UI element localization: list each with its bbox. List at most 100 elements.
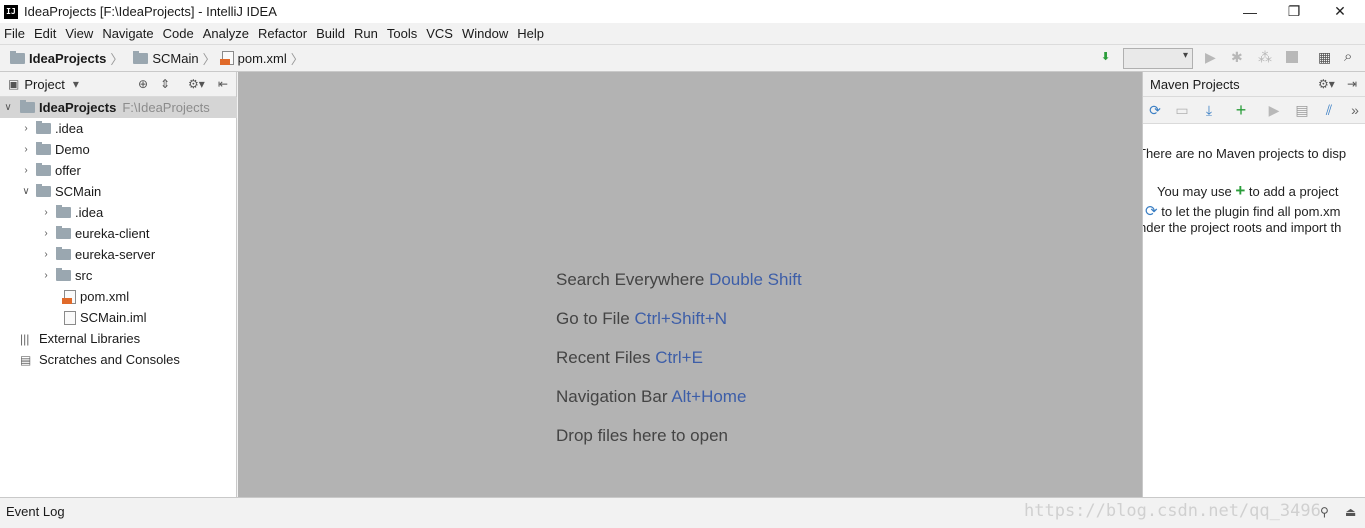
folder-icon	[36, 121, 51, 134]
folder-icon	[133, 50, 149, 64]
hint-shortcut: Ctrl+E	[655, 348, 703, 367]
folder-icon	[56, 268, 71, 281]
watermark-text: https://blog.csdn.net/qq_3496	[1024, 501, 1321, 521]
coverage-icon[interactable]: ⁂	[1258, 49, 1272, 66]
menu-navigate[interactable]: Navigate	[102, 26, 153, 41]
menu-build[interactable]: Build	[316, 26, 345, 41]
iml-file-icon	[64, 310, 76, 325]
folder-icon	[36, 163, 51, 176]
tree-item-scmain[interactable]: ∨ SCMain	[0, 181, 237, 202]
menu-refactor[interactable]: Refactor	[258, 26, 307, 41]
gear-icon[interactable]: ⚙▾	[188, 77, 205, 91]
maven-hint-text: to add a project	[1248, 184, 1339, 199]
tree-item-external-libraries[interactable]: ||| External Libraries	[0, 328, 237, 349]
execute-goal-icon[interactable]: ▤	[1293, 101, 1311, 119]
tree-item-scmain-idea[interactable]: › .idea	[0, 202, 237, 223]
tree-item-scmain-iml[interactable]: SCMain.iml	[0, 307, 237, 328]
hint-drop-files: Drop files here to open	[556, 426, 728, 446]
menu-file[interactable]: File	[4, 26, 25, 41]
notifications-icon[interactable]: ⏏	[1345, 505, 1356, 519]
editor-empty-area[interactable]: Search Everywhere Double Shift Go to Fil…	[238, 72, 1142, 497]
menu-tools[interactable]: Tools	[387, 26, 417, 41]
menu-window[interactable]: Window	[462, 26, 508, 41]
hint-text: Search Everywhere	[556, 270, 705, 289]
folder-icon	[56, 247, 71, 260]
menu-help[interactable]: Help	[517, 26, 544, 41]
breadcrumb-label: pom.xml	[237, 50, 287, 66]
gear-icon[interactable]: ⚙▾	[1318, 77, 1335, 91]
event-log-button[interactable]: Event Log	[6, 504, 65, 519]
chevron-down-icon: ∨	[22, 186, 30, 197]
collapse-all-icon[interactable]: ⇕	[160, 77, 170, 91]
maven-toolbar: ⟳ ▭ ⤓ + ▶ ▤ ⫽ »	[1143, 97, 1365, 124]
run-icon[interactable]: ▶	[1205, 49, 1216, 66]
build-project-icon[interactable]: ⬇	[1101, 50, 1110, 63]
add-icon[interactable]: +	[1232, 101, 1250, 119]
search-icon[interactable]: ⌕	[1344, 48, 1352, 65]
tree-item-offer[interactable]: › offer	[0, 160, 237, 181]
hide-panel-icon[interactable]: ⇥	[1347, 77, 1357, 91]
run-config-select[interactable]: ▾	[1123, 48, 1193, 69]
hide-panel-icon[interactable]: ⇤	[218, 77, 228, 91]
chevron-right-icon: ›	[44, 207, 48, 218]
project-structure-icon[interactable]: ▦	[1318, 49, 1331, 66]
menu-vcs[interactable]: VCS	[426, 26, 453, 41]
breadcrumb-label: IdeaProjects	[29, 50, 107, 66]
tree-item-ideaprojects[interactable]: ∨ IdeaProjects F:\IdeaProjects	[0, 97, 237, 118]
folder-icon	[56, 205, 71, 218]
status-bar: Event Log https://blog.csdn.net/qq_3496 …	[0, 497, 1365, 528]
menu-code[interactable]: Code	[163, 26, 194, 41]
project-panel-header: ▣ Project ▾ ⊕ ⇕ ⚙▾ ⇤	[0, 72, 236, 97]
run-goal-icon[interactable]: ▶	[1265, 101, 1283, 119]
folder-icon	[36, 184, 51, 197]
minimize-button[interactable]: —	[1227, 0, 1273, 23]
tree-item-eureka-server[interactable]: › eureka-server	[0, 244, 237, 265]
chevron-down-icon[interactable]: ▾	[73, 77, 79, 91]
folder-icon	[56, 226, 71, 239]
chevron-right-icon: 〉	[290, 51, 304, 67]
lock-icon[interactable]: ⚲	[1320, 505, 1329, 519]
tree-item-pom[interactable]: pom.xml	[0, 286, 237, 307]
project-folder-icon	[10, 50, 25, 64]
locate-file-icon[interactable]: ⊕	[138, 77, 148, 91]
breadcrumb-scmain[interactable]: SCMain 〉	[129, 49, 216, 68]
chevron-right-icon: ›	[24, 165, 28, 176]
tree-item-idea[interactable]: › .idea	[0, 118, 237, 139]
hint-text: Recent Files	[556, 348, 651, 367]
window-title: IdeaProjects [F:\IdeaProjects] - Intelli…	[24, 4, 277, 19]
library-icon: |||	[20, 331, 30, 346]
stop-icon[interactable]	[1286, 51, 1298, 63]
tree-item-label: Scratches and Consoles	[39, 352, 180, 367]
tree-item-eureka-client[interactable]: › eureka-client	[0, 223, 237, 244]
restore-button[interactable]: ❐	[1271, 0, 1317, 23]
tree-item-src[interactable]: › src	[0, 265, 237, 286]
maven-hint-find: ⟳ to let the plugin find all pom.xm	[1145, 202, 1340, 220]
more-icon[interactable]: »	[1346, 101, 1364, 119]
toggle-offline-icon[interactable]: ⫽	[1320, 101, 1338, 119]
breadcrumb-ideaprojects[interactable]: IdeaProjects 〉	[6, 49, 123, 68]
hint-go-to-file: Go to File Ctrl+Shift+N	[556, 309, 727, 329]
menu-run[interactable]: Run	[354, 26, 378, 41]
breadcrumb-pom[interactable]: pom.xml 〉	[219, 49, 304, 68]
tree-item-demo[interactable]: › Demo	[0, 139, 237, 160]
chevron-down-icon: ∨	[4, 102, 12, 113]
hint-shortcut: Ctrl+Shift+N	[634, 309, 728, 328]
add-icon: +	[1235, 181, 1246, 200]
menu-edit[interactable]: Edit	[34, 26, 56, 41]
tree-item-label: External Libraries	[39, 331, 141, 346]
menu-analyze[interactable]: Analyze	[203, 26, 249, 41]
chevron-right-icon: ›	[24, 144, 28, 155]
close-button[interactable]: ✕	[1317, 0, 1363, 23]
project-folder-icon	[20, 100, 35, 113]
debug-icon[interactable]: ✱	[1231, 49, 1243, 66]
hint-search-everywhere: Search Everywhere Double Shift	[556, 270, 802, 290]
chevron-right-icon: ›	[44, 249, 48, 260]
generate-sources-icon[interactable]: ▭	[1173, 101, 1191, 119]
download-icon[interactable]: ⤓	[1200, 101, 1218, 119]
project-view-icon: ▣	[8, 77, 20, 91]
reimport-icon[interactable]: ⟳	[1146, 101, 1164, 119]
tree-item-path: F:\IdeaProjects	[122, 100, 210, 115]
tree-item-scratches[interactable]: ▤ Scratches and Consoles	[0, 349, 237, 370]
menu-view[interactable]: View	[65, 26, 93, 41]
project-view-title[interactable]: Project	[24, 77, 64, 92]
